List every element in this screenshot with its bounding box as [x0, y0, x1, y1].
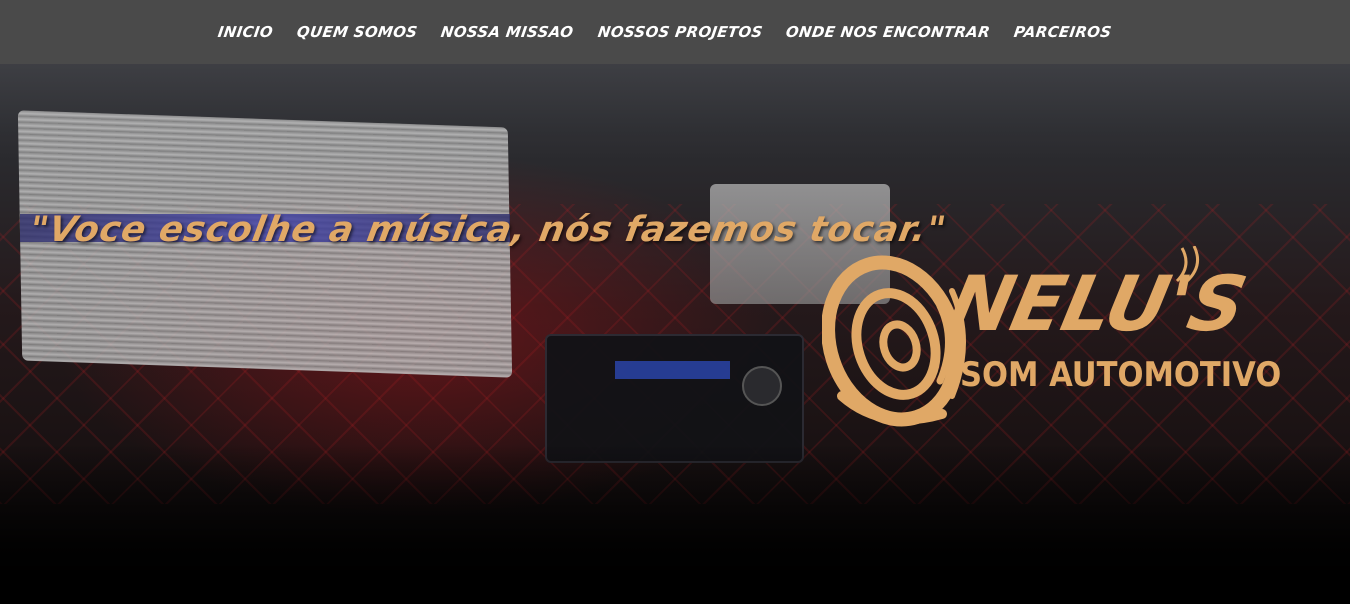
nav-link-nossos-projetos[interactable]: NOSSOS PROJETOS — [596, 23, 763, 41]
logo-brand-name: NELU'S — [940, 259, 1254, 348]
top-navigation: INICIO QUEM SOMOS NOSSA MISSAO NOSSOS PR… — [0, 0, 1350, 64]
logo-subtitle: SOM AUTOMOTIVO — [960, 355, 1282, 395]
nav-link-parceiros[interactable]: PARCEIROS — [1013, 23, 1113, 41]
hero-bottom-fade — [0, 444, 1350, 604]
audio-processor-display — [615, 361, 730, 379]
nav-link-quem-somos[interactable]: QUEM SOMOS — [296, 23, 419, 41]
nav-link-nossa-missao[interactable]: NOSSA MISSAO — [440, 23, 575, 41]
nav-link-inicio[interactable]: INICIO — [217, 23, 274, 41]
nav-list: INICIO QUEM SOMOS NOSSA MISSAO NOSSOS PR… — [217, 23, 1113, 41]
hero-slogan: "Voce escolhe a música, nós fazemos toca… — [26, 210, 950, 250]
nav-link-onde-nos-encontrar[interactable]: ONDE NOS ENCONTRAR — [785, 23, 992, 41]
brand-logo: NELU'S SOM AUTOMOTIVO — [822, 246, 1292, 431]
audio-processor-knob — [742, 366, 782, 406]
